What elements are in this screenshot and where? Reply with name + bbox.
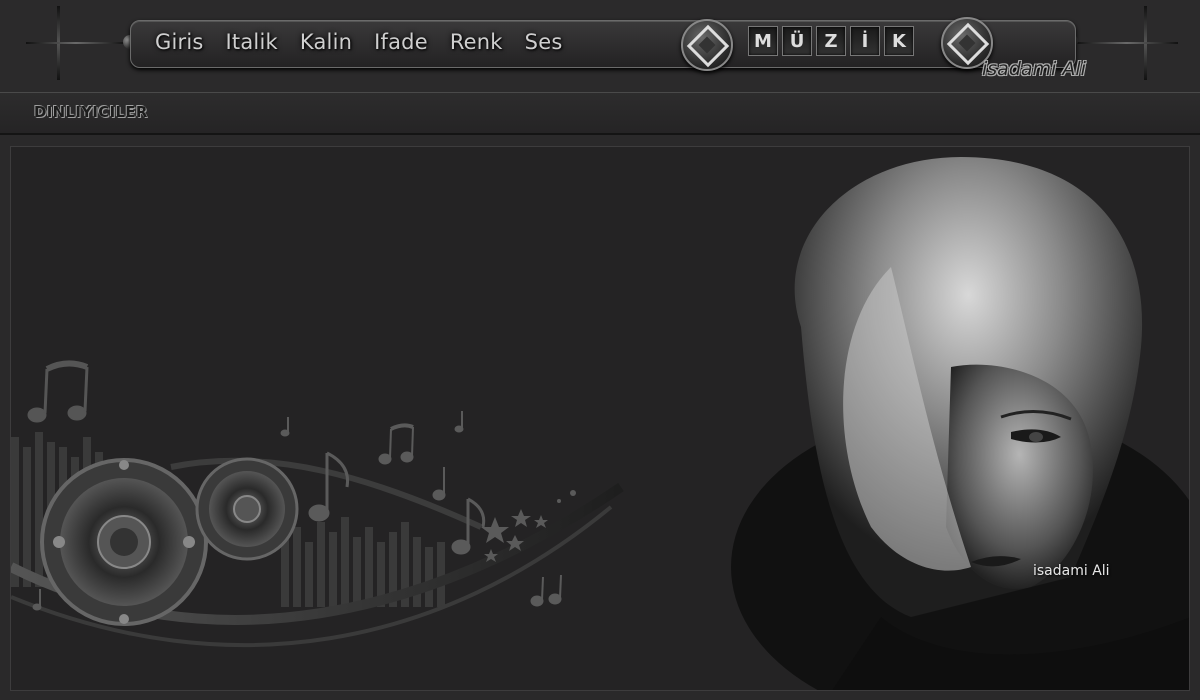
muzik-title: M Ü Z İ K [748, 26, 914, 56]
title-letter-z: Z [816, 26, 846, 56]
right-ornament-horizontal [1076, 42, 1178, 44]
title-letter-i: İ [850, 26, 880, 56]
nav-giris[interactable]: Giris [155, 30, 204, 54]
diamond-left-icon[interactable] [681, 19, 733, 71]
main-panel: isadami Ali [10, 146, 1190, 691]
main-nav: Giris Italik Kalin Ifade Renk Ses [155, 30, 562, 54]
title-letter-k: K [884, 26, 914, 56]
nav-ses[interactable]: Ses [525, 30, 563, 54]
top-bar: Giris Italik Kalin Ifade Renk Ses M Ü Z … [0, 0, 1200, 92]
artwork-watermark: isadami Ali [1033, 563, 1110, 579]
listeners-label: DINLIYICILER [34, 103, 148, 121]
subheader: DINLIYICILER [0, 92, 1200, 135]
speaker-small-icon [195, 457, 299, 561]
nav-kalin[interactable]: Kalin [300, 30, 352, 54]
speaker-large-icon [40, 458, 208, 626]
left-ornament-horizontal [26, 42, 126, 44]
portrait-illustration [731, 157, 1189, 690]
nav-renk[interactable]: Renk [450, 30, 503, 54]
music-note-icon [27, 360, 89, 423]
nav-ifade[interactable]: Ifade [374, 30, 428, 54]
brand-logo: isadami Ali [982, 58, 1086, 80]
artwork [11, 157, 1189, 690]
nav-italik[interactable]: Italik [226, 30, 278, 54]
title-letter-u: Ü [782, 26, 812, 56]
title-letter-m: M [748, 26, 778, 56]
